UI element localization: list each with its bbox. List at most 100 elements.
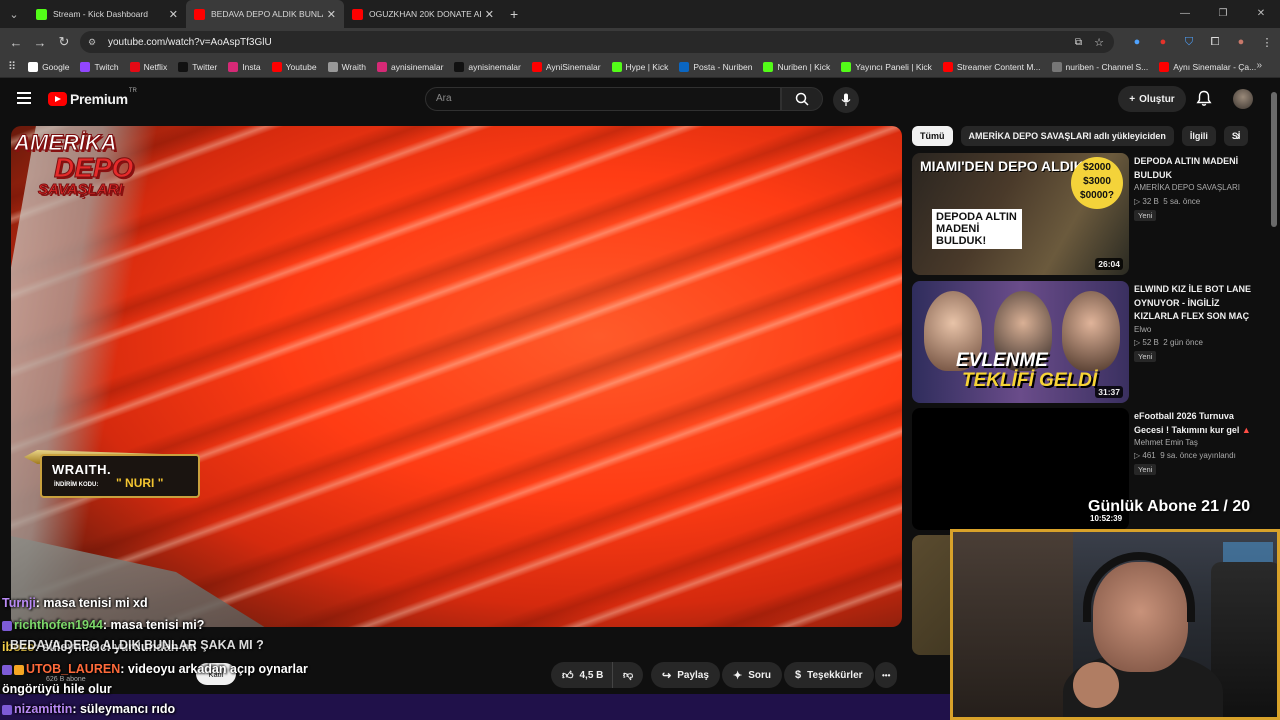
reload-icon[interactable]: ↻ xyxy=(52,34,76,50)
video-meta: ▷ 52 B 2 gün önce xyxy=(1134,338,1203,347)
apps-grid-icon[interactable]: ⠿ xyxy=(8,60,16,73)
search-input[interactable]: Ara xyxy=(425,87,781,111)
tab-kick-dashboard[interactable]: Stream - Kick Dashboard ✕ xyxy=(28,0,186,28)
bookmark-item[interactable]: Posta - Nuriben xyxy=(679,61,752,72)
back-icon[interactable]: ← xyxy=(4,35,28,50)
video-title[interactable]: ELWIND KIZ İLE BOT LANE OYNUYOR - İNGİLİ… xyxy=(1134,283,1258,324)
extension-icon[interactable]: ● xyxy=(1124,36,1150,48)
chat-text: : masa tenisi mi? xyxy=(102,618,205,632)
voice-search-button[interactable] xyxy=(833,87,859,113)
bookmark-item[interactable]: aynisinemalar xyxy=(454,61,521,72)
bookmark-item[interactable]: Nuriben | Kick xyxy=(763,61,830,72)
youtube-logo[interactable]: Premium TR xyxy=(48,88,137,107)
dislike-button[interactable]: 👎︎ xyxy=(612,662,644,688)
bookmark-item[interactable]: Netflix xyxy=(129,61,167,72)
view-count: 52 B xyxy=(1142,338,1159,347)
youtube-header: Premium TR Ara + Oluştur xyxy=(0,78,1280,120)
sponsor-banner: WRAITH. İNDİRİM KODU: " NURI " xyxy=(24,428,200,498)
recommended-video[interactable]: MIAMI'DEN DEPO ALDIK, DEPODA ALTIN MADEN… xyxy=(912,153,1262,275)
upload-age: 2 gün önce xyxy=(1163,338,1203,347)
sparkle-icon: ✦ xyxy=(733,669,743,682)
tab-youtube-video[interactable]: BEDAVA DEPO ALDIK BUNLAR Ş ✕ xyxy=(186,0,344,28)
chip-all[interactable]: Tümü xyxy=(912,126,953,146)
bookmark-favicon-icon xyxy=(611,61,622,72)
tab-youtube-video-2[interactable]: OGUZKHAN 20K DONATE ALIYO ✕ xyxy=(344,0,502,28)
streamer-hand xyxy=(1073,662,1119,708)
cast-icon[interactable]: ⧉ xyxy=(1075,37,1082,48)
shield-icon[interactable]: ⛉ xyxy=(1176,36,1202,49)
browser-tab-strip: ⌄ Stream - Kick Dashboard ✕ BEDAVA DEPO … xyxy=(0,0,1280,28)
more-actions-button[interactable]: ••• xyxy=(875,662,898,688)
url-text: youtube.com/watch?v=AoAspTf3GlU xyxy=(108,36,272,48)
bookmark-item[interactable]: Streamer Content M... xyxy=(942,61,1041,72)
microphone-icon xyxy=(841,93,851,106)
bookmark-item[interactable]: aynisinemalar xyxy=(376,61,443,72)
create-label: Oluştur xyxy=(1139,93,1175,105)
bookmark-label: Streamer Content M... xyxy=(956,61,1041,72)
channel-name[interactable]: AMERİKA DEPO SAVAŞLARI xyxy=(1134,183,1240,192)
channel-name[interactable]: Elwo xyxy=(1134,325,1151,334)
bookmark-item[interactable]: Google xyxy=(28,61,69,72)
bookmark-item[interactable]: Wraith xyxy=(327,61,366,72)
bookmark-item[interactable]: Twitch xyxy=(80,61,119,72)
thanks-button[interactable]: $ Teşekkürler xyxy=(784,662,874,688)
recommended-video[interactable]: EVLENME TEKLİFİ GELDİ 31:37 ELWIND KIZ İ… xyxy=(912,281,1262,403)
video-thumbnail[interactable]: MIAMI'DEN DEPO ALDIK, DEPODA ALTIN MADEN… xyxy=(912,153,1129,275)
bookmark-favicon-icon xyxy=(376,61,387,72)
like-button[interactable]: 👍︎ 4,5 B xyxy=(551,662,616,688)
share-button[interactable]: ↪ Paylaş xyxy=(651,662,720,688)
chip-related[interactable]: İlgili xyxy=(1181,126,1216,146)
video-title[interactable]: DEPODA ALTIN MADENİ BULDUK xyxy=(1134,155,1258,182)
webcam-background xyxy=(953,532,1073,717)
tab-close-icon[interactable]: ✕ xyxy=(169,8,178,21)
video-player[interactable] xyxy=(11,126,902,627)
youtube-favicon-icon xyxy=(194,8,205,20)
url-field[interactable]: ⚙ youtube.com/watch?v=AoAspTf3GlU ⧉ ☆ xyxy=(80,31,1114,53)
channel-name[interactable]: Mehmet Emin Taş xyxy=(1134,438,1198,447)
bookmark-item[interactable]: AyniSinemalar xyxy=(531,61,601,72)
bookmark-item[interactable]: Yayıncı Paneli | Kick xyxy=(841,61,932,72)
video-title[interactable]: eFootball 2026 Turnuva Gecesi ! Takımını… xyxy=(1134,410,1258,437)
forward-icon[interactable]: → xyxy=(28,35,52,50)
bookmark-favicon-icon xyxy=(942,61,953,72)
bookmark-item[interactable]: nuriben - Channel S... xyxy=(1051,61,1148,72)
bookmark-favicon-icon xyxy=(228,61,239,72)
filter-chips: Tümü AMERİKA DEPO SAVAŞLARI adlı yükleyi… xyxy=(912,126,1257,146)
extension-icon[interactable]: ● xyxy=(1150,36,1176,48)
notifications-bell-icon[interactable] xyxy=(1196,90,1212,107)
tab-label: OGUZKHAN 20K DONATE ALIYO xyxy=(369,9,481,19)
bookmark-star-icon[interactable]: ☆ xyxy=(1094,36,1104,49)
new-tab-icon[interactable]: + xyxy=(510,6,518,22)
view-count: 32 B xyxy=(1142,197,1159,206)
bookmark-item[interactable]: Insta xyxy=(228,61,261,72)
video-frame-detail xyxy=(11,536,311,627)
puzzle-icon[interactable]: ⧠ xyxy=(1202,36,1228,49)
chat-text: : süleymancı rıdo xyxy=(72,702,176,716)
video-thumbnail[interactable]: EVLENME TEKLİFİ GELDİ 31:37 xyxy=(912,281,1129,403)
close-window-icon[interactable]: ✕ xyxy=(1242,0,1280,28)
bookmark-item[interactable]: Twitter xyxy=(178,61,217,72)
thumbs-up-icon: 👍︎ xyxy=(562,669,574,682)
more-bookmarks-icon[interactable]: » xyxy=(1256,60,1262,71)
upload-age: 9 sa. önce yayınlandı xyxy=(1160,451,1236,460)
tab-search-icon[interactable]: ⌄ xyxy=(0,0,28,28)
chevron-right-icon[interactable]: › xyxy=(1236,128,1240,143)
tab-close-icon[interactable]: ✕ xyxy=(485,8,494,21)
bookmark-item[interactable]: Hype | Kick xyxy=(611,61,668,72)
search-button[interactable] xyxy=(781,87,823,111)
create-button[interactable]: + Oluştur xyxy=(1118,86,1186,112)
maximize-icon[interactable]: ❐ xyxy=(1204,0,1242,28)
account-avatar[interactable] xyxy=(1233,89,1253,109)
ask-button[interactable]: ✦ Soru xyxy=(722,662,782,688)
profile-icon[interactable]: ● xyxy=(1228,36,1254,48)
bookmark-favicon-icon xyxy=(531,61,542,72)
site-info-icon[interactable]: ⚙ xyxy=(88,37,100,47)
tab-close-icon[interactable]: ✕ xyxy=(327,8,336,21)
chip-uploader[interactable]: AMERİKA DEPO SAVAŞLARI adlı yükleyiciden xyxy=(960,126,1174,146)
kebab-menu-icon[interactable]: ⋮ xyxy=(1254,36,1280,49)
bookmark-item[interactable]: Aynı Sinemalar - Ça... xyxy=(1159,61,1256,72)
minimize-icon[interactable]: — xyxy=(1166,0,1204,28)
hamburger-menu-icon[interactable] xyxy=(17,92,31,104)
bookmark-item[interactable]: Youtube xyxy=(271,61,317,72)
page-scrollbar[interactable] xyxy=(1271,92,1277,227)
